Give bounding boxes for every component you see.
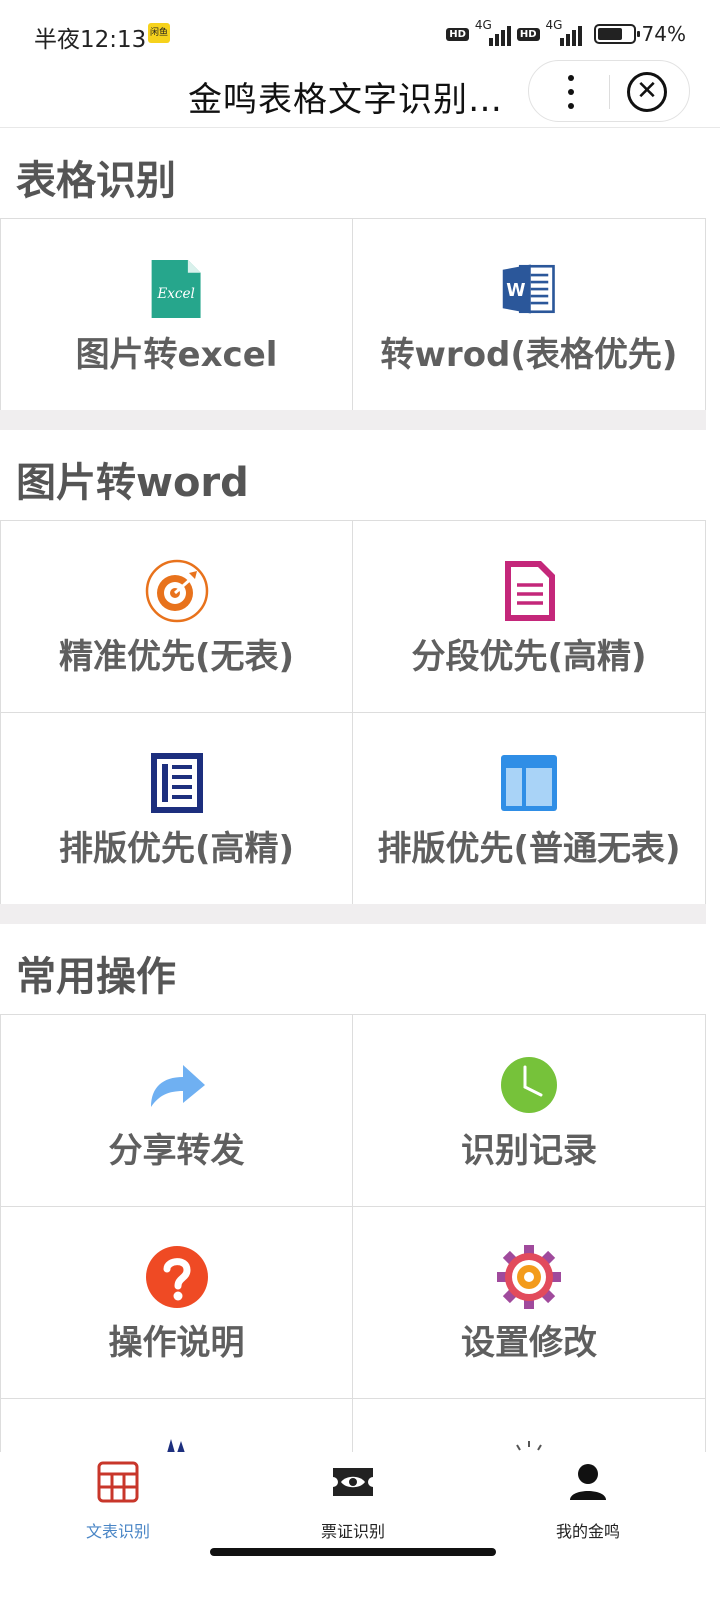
cell-label: 精准优先(无表) bbox=[58, 637, 295, 677]
page-title: 金鸣表格文字识别… bbox=[188, 80, 503, 120]
section-separator bbox=[0, 410, 706, 430]
image-to-word-grid: 精准优先(无表) 分段优先(高精) 排版优先(高精) 排版优先(普通无表) bbox=[0, 520, 706, 905]
recognition-history-button[interactable]: 识别记录 bbox=[353, 1015, 706, 1207]
share-button[interactable]: 分享转发 bbox=[0, 1015, 353, 1207]
capsule-menu: ✕ bbox=[528, 60, 690, 122]
ticket-icon bbox=[333, 1468, 373, 1496]
user-icon bbox=[570, 1464, 606, 1500]
hd-badge: HD bbox=[516, 27, 540, 41]
layout-list-icon bbox=[150, 753, 203, 813]
battery-level-fill bbox=[597, 28, 622, 40]
network-type-label: 4G bbox=[545, 18, 563, 32]
section-title-common-operations: 常用操作 bbox=[16, 954, 176, 1000]
notification-app-icon: 闲鱼 bbox=[148, 23, 170, 43]
partially-visible-item[interactable] bbox=[353, 1399, 706, 1452]
to-word-table-priority-button[interactable]: W 转wrod(表格优先) bbox=[353, 219, 706, 411]
close-button[interactable]: ✕ bbox=[627, 72, 667, 112]
precision-priority-button[interactable]: 精准优先(无表) bbox=[0, 521, 353, 713]
more-options-button[interactable] bbox=[557, 69, 583, 115]
tab-my-account[interactable]: 我的金鸣 bbox=[498, 1460, 678, 1550]
cell-label: 图片转excel bbox=[75, 335, 278, 375]
section-separator bbox=[0, 904, 706, 924]
tab-label: 文表识别 bbox=[85, 1522, 150, 1541]
status-time: 半夜12:13 bbox=[34, 27, 147, 53]
table-recognition-grid: Excel 图片转excel W 转wrod(表格优先) bbox=[0, 218, 706, 411]
partially-visible-item[interactable] bbox=[0, 1399, 353, 1452]
partial-icon bbox=[516, 1441, 542, 1451]
bottom-tab-bar: 文表识别 票证识别 我的金鸣 bbox=[0, 1452, 720, 1600]
partial-icon bbox=[166, 1439, 185, 1452]
cell-label: 排版优先(高精) bbox=[58, 829, 295, 869]
cell-label: 分享转发 bbox=[108, 1131, 245, 1171]
layout-grid-icon bbox=[501, 755, 557, 811]
tab-label: 我的金鸣 bbox=[555, 1522, 620, 1541]
svg-text:Excel: Excel bbox=[156, 286, 195, 302]
cell-label: 转wrod(表格优先) bbox=[380, 335, 678, 375]
battery-percent: 74% bbox=[641, 22, 686, 46]
paragraph-priority-button[interactable]: 分段优先(高精) bbox=[353, 521, 706, 713]
layout-priority-normal-button[interactable]: 排版优先(普通无表) bbox=[353, 713, 706, 905]
signal-icon: 4G bbox=[475, 18, 511, 46]
section-title-image-to-word: 图片转word bbox=[16, 460, 249, 506]
cell-label: 分段优先(高精) bbox=[411, 637, 647, 677]
cell-label: 识别记录 bbox=[461, 1131, 597, 1171]
table-grid-icon bbox=[97, 1461, 139, 1503]
excel-icon: Excel bbox=[151, 260, 201, 318]
document-icon bbox=[505, 561, 555, 621]
word-icon: W bbox=[502, 264, 555, 314]
capsule-divider bbox=[609, 75, 610, 109]
instructions-button[interactable]: 操作说明 bbox=[0, 1207, 353, 1399]
cell-label: 设置修改 bbox=[461, 1323, 597, 1363]
network-type-label: 4G bbox=[474, 18, 492, 32]
section-title-table-recognition: 表格识别 bbox=[16, 158, 176, 204]
signal-icon: 4G bbox=[546, 18, 582, 46]
target-icon bbox=[145, 559, 208, 623]
status-bar: 半夜12:13 闲鱼 HD 4G HD 4G 74% bbox=[0, 0, 720, 66]
home-indicator bbox=[210, 1548, 496, 1556]
battery-icon bbox=[593, 24, 640, 44]
share-icon bbox=[150, 1065, 205, 1107]
mini-program-title-bar: 金鸣表格文字识别… ✕ bbox=[0, 60, 720, 128]
layout-priority-high-button[interactable]: 排版优先(高精) bbox=[0, 713, 353, 905]
common-operations-grid: 分享转发 识别记录 操作说明 设置修改 bbox=[0, 1014, 706, 1452]
question-icon bbox=[145, 1246, 208, 1308]
status-indicators: HD 4G HD 4G 74% bbox=[446, 18, 686, 48]
settings-gear-icon bbox=[497, 1245, 561, 1309]
svg-text:W: W bbox=[506, 281, 525, 301]
tab-ticket-recognition[interactable]: 票证识别 bbox=[263, 1460, 443, 1550]
cell-label: 排版优先(普通无表) bbox=[377, 829, 681, 869]
tab-table-text-recognition[interactable]: 文表识别 bbox=[28, 1460, 208, 1550]
hd-badge: HD bbox=[446, 27, 469, 41]
cell-label: 操作说明 bbox=[108, 1323, 245, 1363]
clock-icon bbox=[501, 1057, 557, 1113]
close-icon: ✕ bbox=[636, 76, 658, 106]
settings-button[interactable]: 设置修改 bbox=[353, 1207, 706, 1399]
app-screen: 半夜12:13 闲鱼 HD 4G HD 4G 74% 金鸣表格文字识别… ✕ 表… bbox=[0, 0, 720, 1600]
image-to-excel-button[interactable]: Excel 图片转excel bbox=[0, 219, 353, 411]
tab-label: 票证识别 bbox=[320, 1522, 385, 1541]
